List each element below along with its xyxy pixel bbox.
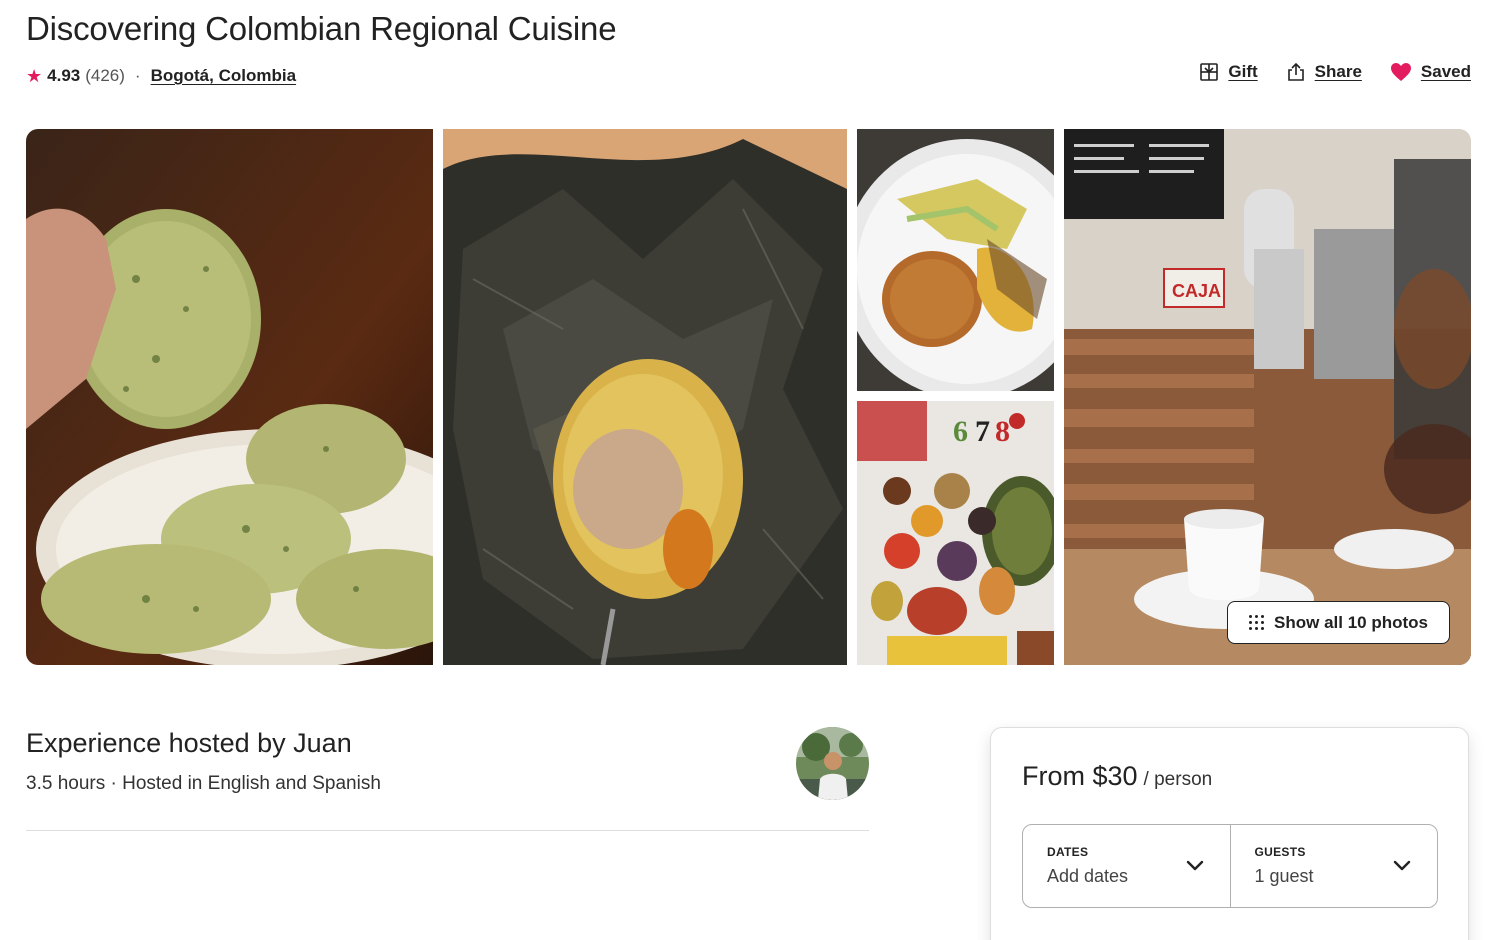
chevron-down-icon (1186, 859, 1204, 877)
host-title: Experience hosted by Juan (26, 728, 352, 758)
show-all-label: Show all 10 photos (1274, 612, 1428, 632)
dates-value: Add dates (1047, 866, 1129, 886)
star-icon: ★ (26, 66, 43, 86)
heart-icon (1390, 62, 1412, 82)
listing-meta: ★ 4.93 (426) · Bogotá, Colombia (26, 64, 296, 88)
svg-text:CAJA: CAJA (1172, 281, 1221, 301)
photo-tropical-fruits[interactable]: 6 7 8 (857, 401, 1054, 665)
svg-text:8: 8 (995, 415, 1010, 448)
meta-separator: · (134, 66, 141, 85)
host-details: 3.5 hours · Hosted in English and Spanis… (26, 773, 381, 794)
price-row: From $30 / person (1022, 761, 1212, 792)
photo-leaf-wrapped-tamal[interactable] (443, 129, 847, 665)
dates-label: DATES (1047, 845, 1089, 859)
guests-selector[interactable]: GUESTS 1 guest (1229, 825, 1438, 907)
booking-card: From $30 / person DATES Add dates GUESTS… (990, 727, 1469, 940)
show-all-photos-button[interactable]: Show all 10 photos (1227, 601, 1450, 644)
host-avatar[interactable] (796, 727, 869, 800)
gift-label: Gift (1228, 62, 1258, 81)
booking-picker: DATES Add dates GUESTS 1 guest (1022, 824, 1438, 908)
listing-actions: Gift Share Saved (1199, 62, 1471, 82)
photo-gallery: 6 7 8 CAJA (26, 129, 1471, 665)
gift-button[interactable]: Gift (1199, 62, 1258, 82)
dates-selector[interactable]: DATES Add dates (1023, 825, 1230, 907)
price-unit: / person (1143, 769, 1213, 790)
saved-label: Saved (1420, 62, 1471, 81)
svg-text:6: 6 (953, 415, 968, 448)
saved-button[interactable]: Saved (1390, 62, 1471, 82)
rating-value: 4.93 (47, 66, 81, 85)
svg-text:7: 7 (975, 415, 990, 448)
share-button[interactable]: Share (1286, 62, 1362, 82)
price: From $30 (1022, 761, 1138, 791)
review-count[interactable]: (426) (85, 66, 125, 86)
location-link[interactable]: Bogotá, Colombia (151, 66, 296, 86)
grid-dots-icon (1249, 615, 1265, 630)
share-icon (1286, 62, 1306, 82)
page-title: Discovering Colombian Regional Cuisine (26, 10, 617, 47)
guests-label: GUESTS (1254, 845, 1306, 859)
gift-icon (1199, 62, 1219, 82)
photo-rice-plate[interactable] (857, 129, 1054, 391)
chevron-down-icon (1393, 859, 1411, 877)
photo-arepas-plate[interactable] (26, 129, 433, 665)
guests-value: 1 guest (1254, 866, 1314, 886)
section-divider (26, 830, 869, 831)
photo-cafe-counter[interactable]: CAJA (1064, 129, 1471, 665)
share-label: Share (1314, 62, 1362, 81)
